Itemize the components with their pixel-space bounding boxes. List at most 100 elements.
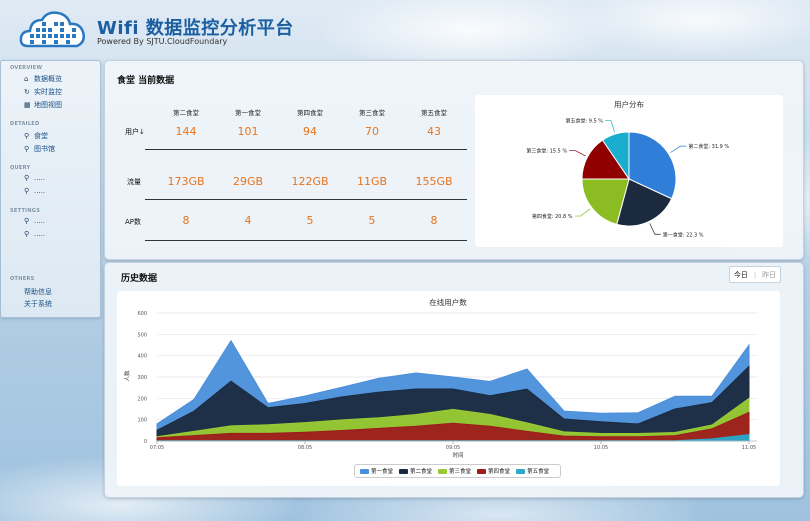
- legend-item[interactable]: 第二食堂: [399, 467, 432, 475]
- pie-data-label: 第三食堂: 15.5 %: [526, 147, 567, 154]
- table-cell: 101: [237, 125, 259, 138]
- app-subtitle: Powered By SJTU.CloudFoundary: [97, 37, 228, 46]
- search-icon: ⚲: [24, 230, 30, 238]
- column-header: 第三食堂: [359, 109, 385, 117]
- legend-swatch: [360, 468, 369, 474]
- y-axis-label: 人数: [123, 370, 131, 382]
- sidebar-item-realtime[interactable]: ↻ 实时监控: [24, 87, 62, 97]
- table-cell: 4: [244, 214, 252, 227]
- y-tick-label: 100: [137, 418, 147, 424]
- column-header: 第二食堂: [173, 109, 199, 117]
- sidebar-item-settings-1[interactable]: ⚲.....: [24, 217, 45, 225]
- x-tick-label: 07:05: [150, 445, 164, 451]
- cloud-logo-icon: [19, 11, 85, 48]
- pie-label-connector: [670, 145, 687, 153]
- row-header-traffic: 流量: [127, 178, 141, 186]
- tab-today[interactable]: 今日: [731, 270, 751, 280]
- pie-data-label: 第五食堂: 9.5 %: [565, 118, 603, 125]
- pie-chart: 用户分布 第二食堂: 31.9 % 第一食堂: 22.3 % 第四食堂: 20.8 …: [526, 99, 729, 238]
- area-chart-legend: 第一食堂 第二食堂 第三食堂 第四食堂 第五食堂: [354, 464, 562, 478]
- pie-label-connector: [605, 120, 615, 133]
- table-divider: [145, 240, 467, 241]
- sidebar-item-canteen[interactable]: ⚲ 食堂: [24, 131, 48, 141]
- area-chart-title: 在线用户数: [429, 297, 467, 307]
- x-tick-label: 08:05: [298, 445, 312, 451]
- pie-chart-title: 用户分布: [614, 99, 644, 109]
- sidebar-item-overview[interactable]: ⌂ 数据概览: [24, 74, 62, 84]
- sidebar-item-help[interactable]: 帮助信息: [24, 287, 52, 297]
- home-icon: ⌂: [24, 75, 29, 83]
- sidebar: OVERVIEW ⌂ 数据概览 ↻ 实时监控 ▦ 地图视图 DETAILED ⚲ 食堂 …: [0, 60, 101, 318]
- legend-item[interactable]: 第一食堂: [360, 467, 393, 475]
- x-axis-label: 时间: [452, 451, 463, 459]
- sidebar-heading-detailed: DETAILED: [10, 121, 40, 127]
- sidebar-heading-others: OTHERS: [10, 276, 35, 282]
- legend-item[interactable]: 第五食堂: [516, 467, 549, 475]
- table-divider: [145, 199, 467, 200]
- x-tick-label: 09:05: [446, 445, 460, 451]
- sidebar-heading-query: QUERY: [10, 165, 31, 171]
- table-cell: 8: [182, 214, 190, 227]
- sidebar-heading-settings: SETTINGS: [10, 208, 41, 214]
- table-cell: 122GB: [291, 175, 329, 188]
- sidebar-item-settings-2[interactable]: ⚲.....: [24, 230, 45, 238]
- y-tick-label: 500: [137, 332, 147, 338]
- sidebar-item-query-2[interactable]: ⚲.....: [24, 187, 45, 195]
- sidebar-item-query-1[interactable]: ⚲.....: [24, 174, 45, 182]
- table-cell: 94: [303, 125, 317, 138]
- search-icon: ⚲: [24, 187, 30, 195]
- pie-label-connector: [649, 223, 661, 235]
- sidebar-item-library[interactable]: ⚲ 图书馆: [24, 144, 55, 154]
- table-cell: 43: [427, 125, 441, 138]
- pie-chart-card: 用户分布 第二食堂: 31.9 % 第一食堂: 22.3 % 第四食堂: 20.8 …: [475, 95, 783, 247]
- date-tabs: 今日 | 昨日: [729, 266, 781, 283]
- pie-data-label: 第四食堂: 20.8 %: [532, 213, 573, 220]
- table-cell: 8: [430, 214, 438, 227]
- legend-swatch: [438, 468, 448, 474]
- search-icon: ⚲: [24, 145, 30, 153]
- legend-swatch: [399, 468, 409, 474]
- table-cell: 29GB: [232, 175, 264, 188]
- x-tick-label: 10:05: [594, 445, 608, 451]
- table-cell: 70: [365, 125, 379, 138]
- table-cell: 5: [306, 214, 314, 227]
- y-tick-label: 400: [137, 354, 147, 360]
- table-cell: 173GB: [167, 175, 205, 188]
- table-cell: 11GB: [356, 175, 388, 188]
- y-tick-label: 200: [137, 396, 147, 402]
- table-cell: 144: [175, 125, 197, 138]
- table-cell: 155GB: [415, 175, 453, 188]
- area-chart-card: 在线用户数 0 100 200 300 400 500 600 07:05 08:05 09:05…: [117, 291, 780, 486]
- column-header: 第五食堂: [421, 109, 447, 117]
- row-header-ap: AP数: [125, 218, 142, 226]
- pie-label-connector: [569, 150, 586, 157]
- column-header: 第一食堂: [235, 109, 261, 117]
- image-icon: ▦: [24, 101, 31, 109]
- table-divider: [145, 149, 467, 150]
- app-header: Wifi 数据监控分析平台 Powered By SJTU.CloudFound…: [0, 0, 810, 58]
- sidebar-heading-overview: OVERVIEW: [10, 65, 43, 71]
- history-title: 历史数据: [121, 274, 158, 284]
- legend-item[interactable]: 第三食堂: [438, 467, 471, 475]
- legend-swatch: [477, 468, 487, 474]
- table-cell: 5: [368, 214, 376, 227]
- current-data-title: 食堂 当前数据: [117, 76, 175, 86]
- search-icon: ⚲: [24, 132, 30, 140]
- pie-label-connector: [574, 208, 591, 217]
- pie-data-label: 第一食堂: 22.3 %: [663, 231, 704, 238]
- legend-item[interactable]: 第四食堂: [477, 467, 510, 475]
- tab-yesterday[interactable]: 昨日: [759, 270, 779, 280]
- tab-separator: |: [753, 270, 757, 279]
- legend-swatch: [516, 468, 526, 474]
- x-tick-label: 11:05: [742, 445, 756, 451]
- column-header: 第四食堂: [297, 109, 323, 117]
- area-chart: 在线用户数 0 100 200 300 400 500 600 07:05 08:05 09:05…: [123, 297, 757, 459]
- refresh-icon: ↻: [24, 88, 30, 96]
- search-icon: ⚲: [24, 217, 30, 225]
- pie-data-label: 第二食堂: 31.9 %: [688, 143, 729, 150]
- row-header-users[interactable]: 用户↓: [125, 127, 145, 137]
- y-tick-label: 600: [137, 311, 147, 317]
- sidebar-item-map[interactable]: ▦ 地图视图: [24, 100, 62, 110]
- sidebar-item-about[interactable]: 关于系统: [24, 299, 52, 309]
- search-icon: ⚲: [24, 174, 30, 182]
